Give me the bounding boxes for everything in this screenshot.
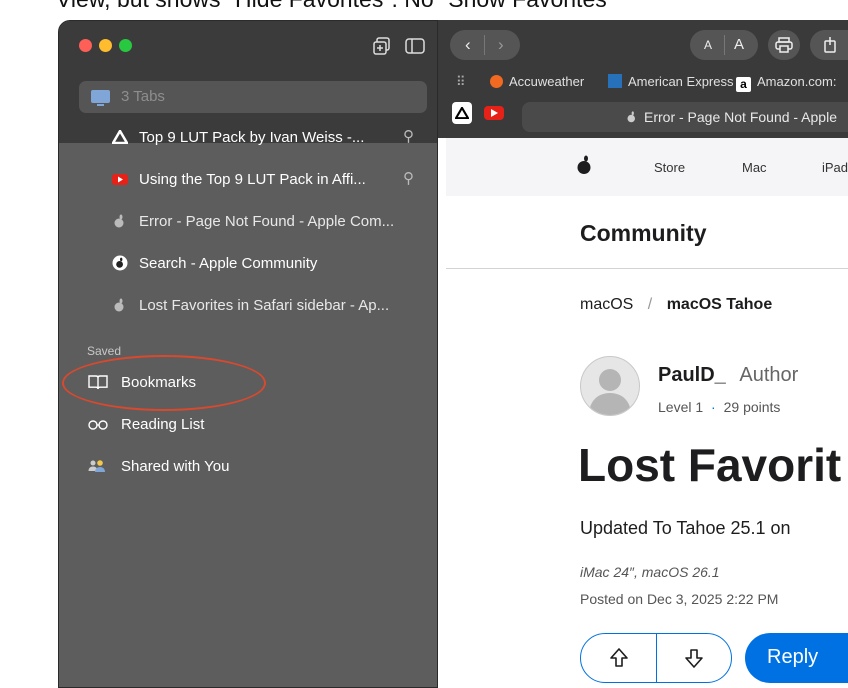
level-separator: · — [711, 399, 716, 415]
post-title: Lost Favorit — [578, 439, 842, 491]
sidebar-tab-item[interactable]: Search - Apple Community — [109, 249, 429, 279]
apple-community-icon — [112, 255, 128, 271]
reply-label: Reply — [767, 646, 819, 668]
tab-title: Top 9 LUT Pack by Ivan Weiss -... — [139, 129, 365, 146]
amex-icon — [608, 74, 622, 88]
level-text: Level 1 — [658, 399, 704, 415]
desktop-strip — [0, 20, 56, 688]
printer-icon — [775, 37, 793, 53]
favorite-accuweather[interactable]: Accuweather — [490, 74, 584, 89]
sidebar-tab-item[interactable]: Top 9 LUT Pack by Ivan Weiss -... ⚲ — [109, 123, 429, 153]
tab-overview-icon[interactable] — [373, 37, 391, 55]
highlight-ellipse — [62, 355, 266, 411]
close-window-button[interactable] — [79, 39, 92, 52]
zoom-window-button[interactable] — [119, 39, 132, 52]
post-body-preview: Updated To Tahoe 25.1 on — [580, 518, 791, 538]
pin-icon: ⚲ — [403, 170, 414, 187]
tab-title: Search - Apple Community — [139, 255, 318, 272]
breadcrumb: macOS / macOS Tahoe — [580, 296, 772, 314]
youtube-icon — [112, 174, 128, 185]
vote-divider — [656, 634, 657, 682]
favorite-label: American Express — [628, 74, 734, 89]
back-icon[interactable]: ‹ — [465, 30, 471, 60]
points-text: 29 points — [723, 399, 781, 415]
sidebar-tab-item[interactable]: Using the Top 9 LUT Pack in Affi... ⚲ — [109, 165, 429, 195]
apple-icon — [114, 298, 124, 312]
breadcrumb-current[interactable]: macOS Tahoe — [667, 296, 773, 313]
pin-icon: ⚲ — [403, 128, 414, 145]
sidebar-tab-item[interactable]: Lost Favorites in Safari sidebar - Ap... — [109, 291, 429, 321]
apple-global-nav: Store Mac iPad — [446, 138, 848, 196]
glasses-icon — [88, 420, 108, 430]
text-size-buttons[interactable]: A A — [690, 30, 758, 60]
minimize-window-button[interactable] — [99, 39, 112, 52]
print-button[interactable] — [768, 30, 800, 60]
safari-sidebar: 3 Tabs Top 9 LUT Pack by Ivan Weiss -...… — [58, 20, 438, 688]
text-larger-button[interactable]: A — [734, 30, 744, 60]
sidebar-toggle-icon[interactable] — [405, 37, 425, 55]
forward-icon[interactable]: › — [498, 30, 504, 60]
affinity-icon — [454, 105, 470, 120]
share-icon — [824, 37, 836, 53]
breadcrumb-separator: / — [647, 296, 653, 313]
apple-icon — [627, 111, 635, 123]
youtube-icon — [491, 109, 498, 117]
pinned-tab-youtube[interactable] — [484, 106, 504, 120]
author-line: PaulD_ Author — [658, 364, 798, 387]
text-smaller-button[interactable]: A — [704, 30, 712, 60]
sidebar-item-label: Shared with You — [121, 458, 230, 475]
divider — [446, 268, 848, 269]
user-silhouette-icon — [589, 369, 631, 415]
web-page: Store Mac iPad Community macOS / macOS T… — [446, 138, 848, 688]
sidebar-item-label: Reading List — [121, 416, 205, 433]
reply-button[interactable]: Reply — [745, 633, 848, 683]
author-level: Level 1 · 29 points — [658, 399, 780, 415]
favorite-amazon[interactable]: a Amazon.com: — [736, 74, 836, 92]
avatar[interactable] — [580, 356, 640, 416]
sun-icon — [490, 75, 503, 88]
toolbar-extra-button[interactable] — [810, 30, 848, 60]
pinned-tab-affinity[interactable] — [452, 102, 472, 124]
tab-title: Using the Top 9 LUT Pack in Affi... — [139, 171, 366, 188]
apple-logo-icon[interactable] — [576, 155, 592, 175]
tab-title: Lost Favorites in Safari sidebar - Ap... — [139, 297, 390, 314]
caption-text: View, but shows "Hide Favorites". No "Sh… — [56, 0, 615, 13]
grid-icon[interactable]: ⠿ — [456, 74, 466, 90]
author-role: Author — [739, 364, 799, 386]
sidebar-tab-item[interactable]: Error - Page Not Found - Apple Com... — [109, 207, 429, 237]
vote-control — [580, 633, 732, 683]
breadcrumb-root[interactable]: macOS — [580, 296, 633, 313]
device-info: iMac 24″, macOS 26.1 — [580, 564, 720, 580]
nav-store[interactable]: Store — [654, 160, 685, 175]
tab-group-label: 3 Tabs — [121, 88, 165, 105]
favorite-american-express[interactable]: American Express — [608, 74, 733, 89]
nav-mac[interactable]: Mac — [742, 160, 767, 175]
saved-section-label: Saved — [87, 344, 122, 358]
upvote-icon[interactable] — [609, 647, 629, 669]
tab-group-row[interactable]: 3 Tabs — [79, 81, 427, 113]
posted-date: Posted on Dec 3, 2025 2:22 PM — [580, 591, 779, 607]
affinity-icon — [112, 130, 128, 144]
amazon-icon: a — [736, 77, 751, 92]
community-heading[interactable]: Community — [580, 220, 707, 247]
nav-buttons[interactable]: ‹ › — [450, 30, 520, 60]
people-icon — [88, 460, 105, 472]
tab-title: Error - Page Not Found - Apple Com... — [139, 213, 395, 230]
browser-toolbar: ‹ › A A ⠿ Accuweather American Express a… — [438, 20, 848, 138]
address-text: Error - Page Not Found - Apple — [644, 109, 837, 125]
author-name[interactable]: PaulD_ — [658, 364, 726, 386]
address-bar[interactable]: Error - Page Not Found - Apple — [522, 102, 848, 132]
monitor-icon — [91, 90, 110, 106]
downvote-icon[interactable] — [684, 647, 704, 669]
favorite-label: Amazon.com: — [757, 74, 837, 89]
apple-icon — [114, 214, 124, 228]
favorite-label: Accuweather — [509, 74, 585, 89]
nav-ipad[interactable]: iPad — [822, 160, 848, 175]
